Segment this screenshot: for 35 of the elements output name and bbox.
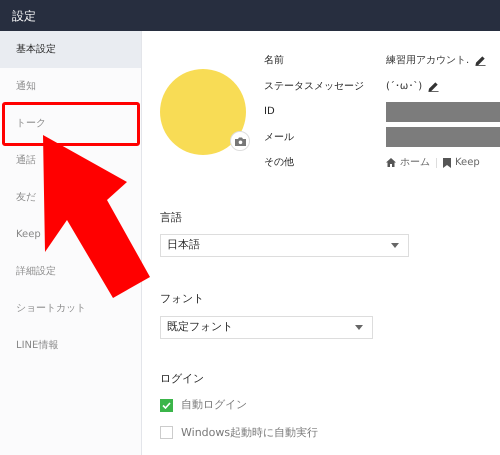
checkbox[interactable] — [160, 398, 173, 412]
sidebar-item[interactable]: ショートカット — [16, 301, 86, 316]
home-icon — [386, 158, 396, 168]
camera-icon[interactable] — [230, 131, 250, 151]
sidebar-item[interactable]: 詳細設定 — [16, 264, 56, 279]
profile-label: その他 — [264, 156, 295, 170]
caret-icon — [355, 324, 363, 330]
sidebar-item[interactable]: 通話 — [16, 153, 36, 168]
sidebar-item[interactable]: Keep — [16, 227, 41, 242]
profile-label: メール — [264, 130, 295, 145]
profile-label: ID — [264, 105, 276, 120]
profile-label: ステータスメッセージ — [264, 80, 365, 94]
profile-link[interactable]: ホーム — [386, 155, 430, 170]
sidebar-item[interactable]: 友だ — [16, 190, 36, 205]
profile-value: 練習用アカウント. — [386, 54, 470, 68]
section-heading: ログイン — [160, 370, 205, 386]
sidebar-item[interactable]: 基本設定 — [16, 42, 56, 57]
edit-icon[interactable] — [428, 80, 440, 92]
sidebar-item[interactable]: LINE情報 — [16, 338, 58, 353]
sidebar-item[interactable]: 通知 — [16, 79, 36, 94]
checkbox-label: Windows起動時に自動実行 — [181, 424, 318, 440]
section-heading: 言語 — [160, 210, 183, 226]
window-title: 設定 — [12, 8, 36, 24]
profile-link[interactable]: Keep — [443, 155, 480, 170]
checkbox[interactable] — [160, 426, 173, 440]
language-select[interactable]: 日本語 — [160, 234, 409, 257]
caret-icon — [391, 243, 399, 248]
font-select[interactable]: 既定フォント — [160, 316, 373, 338]
sidebar-item[interactable]: トーク — [16, 116, 46, 131]
profile-label: 名前 — [264, 54, 285, 68]
edit-icon[interactable] — [475, 55, 486, 66]
section-heading: フォント — [160, 291, 205, 307]
checkbox-label: 自動ログイン — [181, 397, 247, 413]
bookmark-icon — [443, 158, 451, 168]
profile-value: (´･ω･`) — [386, 80, 422, 94]
